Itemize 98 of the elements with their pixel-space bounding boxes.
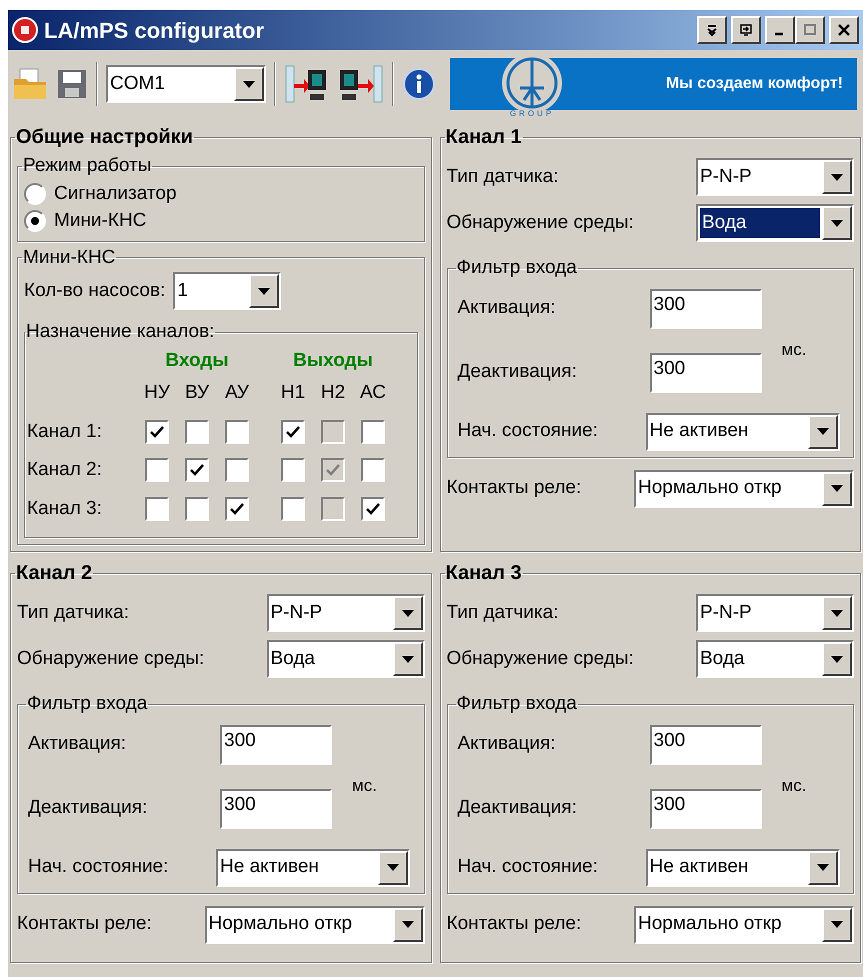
column-heading: ВУ <box>184 381 210 405</box>
checkbox[interactable] <box>361 496 385 521</box>
column-group-heading: Выходы <box>292 348 374 372</box>
field-label: Тип датчика: <box>17 600 129 625</box>
slogan: Мы создаем комфорт! <box>666 74 843 94</box>
radio-button[interactable] <box>24 183 46 205</box>
field-label: Деактивация: <box>28 796 148 820</box>
checkbox[interactable] <box>361 420 385 444</box>
checkbox[interactable] <box>185 458 209 482</box>
maximize-icon[interactable] <box>795 16 825 44</box>
dropdown[interactable]: Не активен <box>646 412 840 450</box>
checkmark-icon <box>366 502 380 515</box>
column-heading: Н1 <box>280 381 306 405</box>
field-label: Нач. состояние: <box>28 855 170 880</box>
field-label: Кол-во насосов: <box>24 278 166 303</box>
field-label: Деактивация: <box>458 360 578 384</box>
checkbox[interactable] <box>185 496 209 521</box>
group-title: Режим работы <box>22 154 152 178</box>
checkbox[interactable] <box>225 420 249 444</box>
window-title: LA/mPS configurator <box>44 16 264 45</box>
field-label: Тип датчика: <box>446 164 558 189</box>
field-label: Активация: <box>458 296 557 320</box>
checkbox[interactable] <box>281 496 305 521</box>
dropdown[interactable]: COM1 <box>106 65 266 103</box>
input-field[interactable]: 300 <box>650 724 762 764</box>
group-title: Канал 1 <box>444 125 523 150</box>
group-title: Фильтр входа <box>456 256 578 280</box>
field-label: Обнаружение среды: <box>17 646 204 671</box>
checkmark-icon <box>286 426 300 438</box>
field-label: Тип датчика: <box>446 600 558 625</box>
checkmark-icon <box>190 464 204 476</box>
radio-label: Сигнализатор <box>54 182 177 206</box>
unit-label: мс. <box>782 338 806 361</box>
input-field[interactable]: 300 <box>650 352 762 392</box>
field-label: Контакты реле: <box>446 912 582 936</box>
field-label: Активация: <box>28 732 128 756</box>
field-label: Обнаружение среды: <box>446 210 634 235</box>
field-label: Обнаружение среды: <box>446 646 634 671</box>
dropdown[interactable]: 1 <box>173 272 282 310</box>
row-label: Канал 3: <box>27 496 103 520</box>
field-label: Контакты реле: <box>17 912 152 936</box>
dropdown[interactable]: Вода <box>696 640 854 678</box>
group-title: Канал 2 <box>15 561 94 586</box>
checkbox[interactable] <box>225 496 249 521</box>
checkmark-icon <box>150 426 164 438</box>
column-heading: Н2 <box>320 381 346 405</box>
column-heading: АУ <box>224 381 250 405</box>
dropdown[interactable]: P-N-P <box>266 594 424 632</box>
radio-button[interactable] <box>24 210 46 232</box>
column-heading: НУ <box>143 381 171 405</box>
row-label: Канал 2: <box>27 458 103 482</box>
close-icon[interactable] <box>829 16 859 44</box>
dropdown[interactable]: Не активен <box>646 848 840 886</box>
field-label: Деактивация: <box>458 796 578 820</box>
checkmark-icon <box>326 464 340 476</box>
column-group-heading: Входы <box>164 348 230 372</box>
dropdown[interactable]: Нормально откр <box>634 470 854 508</box>
group-title: Фильтр входа <box>26 692 148 716</box>
input-field[interactable]: 300 <box>220 724 332 764</box>
checkbox[interactable] <box>225 458 249 482</box>
open-folder-icon[interactable] <box>12 67 48 101</box>
minimize-icon[interactable] <box>765 16 795 44</box>
checkbox[interactable] <box>281 458 305 482</box>
group-title: Назначение каналов: <box>25 320 216 344</box>
dropdown[interactable]: P-N-P <box>696 158 854 196</box>
group-title: Фильтр входа <box>456 692 578 716</box>
dropdown[interactable]: Вода <box>266 640 424 678</box>
checkmark-icon <box>230 502 244 515</box>
field-label: Активация: <box>458 732 557 756</box>
roll-down-icon[interactable] <box>697 16 727 44</box>
dropdown[interactable]: Нормально откр <box>204 906 424 944</box>
dropdown[interactable]: Вода <box>696 204 854 242</box>
group-title: Канал 3 <box>444 561 523 586</box>
checkbox[interactable] <box>361 458 385 482</box>
radio-label: Мини-КНС <box>54 208 146 233</box>
window-pin-icon[interactable] <box>731 16 761 44</box>
field-label: Контакты реле: <box>446 476 582 500</box>
field-label: Нач. состояние: <box>458 419 599 444</box>
unit-label: мс. <box>352 774 377 797</box>
group-title: Мини-КНС <box>22 246 116 270</box>
input-field[interactable]: 300 <box>650 288 762 328</box>
checkbox[interactable] <box>145 458 169 482</box>
dropdown[interactable]: Не активен <box>216 848 410 886</box>
dropdown[interactable]: Нормально откр <box>634 906 854 944</box>
input-field[interactable]: 300 <box>220 788 332 828</box>
dropdown[interactable]: P-N-P <box>696 594 854 632</box>
column-heading: АС <box>359 381 387 405</box>
checkbox[interactable] <box>185 420 209 444</box>
field-label: Нач. состояние: <box>458 855 599 880</box>
checkbox[interactable] <box>281 420 305 444</box>
unit-label: мс. <box>782 774 806 797</box>
group-title: Общие настройки <box>15 125 194 150</box>
row-label: Канал 1: <box>27 420 103 444</box>
checkbox[interactable] <box>145 420 169 444</box>
app-icon <box>12 17 38 43</box>
input-field[interactable]: 300 <box>650 788 762 828</box>
info-icon[interactable] <box>402 67 436 101</box>
checkbox[interactable] <box>145 496 169 521</box>
